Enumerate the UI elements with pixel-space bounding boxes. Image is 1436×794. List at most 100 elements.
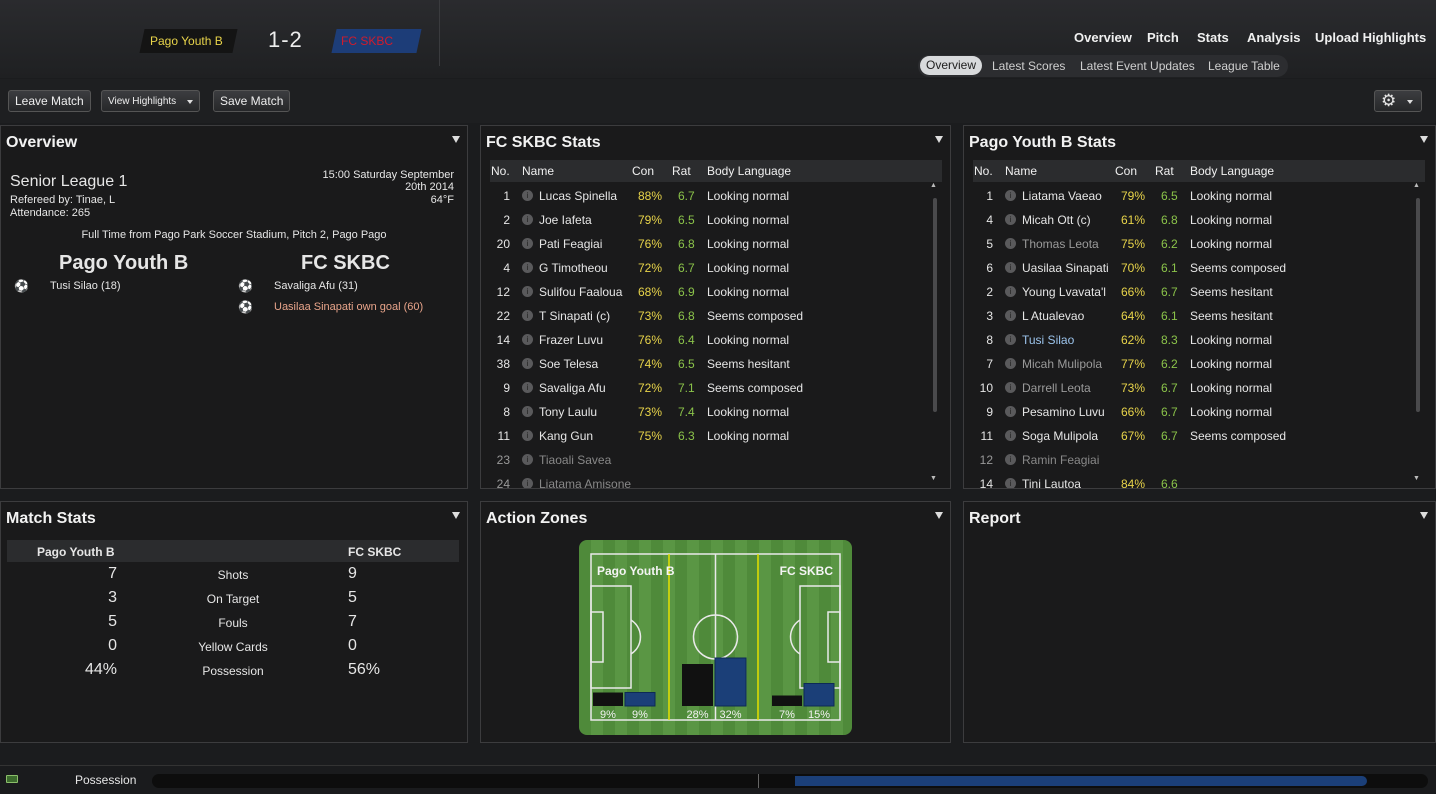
settings-button[interactable]: ⚙ [1374,90,1422,112]
info-icon[interactable]: i [1005,334,1016,345]
leave-match-button[interactable]: Leave Match [8,90,91,112]
player-name[interactable]: Liatama Vaeao [1022,189,1102,203]
player-row[interactable]: i 3 L Atualevao 64% 6.1 Seems hesitant [973,304,1403,328]
player-row[interactable]: i 2 Joe Iafeta 79% 6.5 Looking normal [490,208,920,232]
info-icon[interactable]: i [522,406,533,417]
subnav-latest-scores[interactable]: Latest Scores [992,59,1065,73]
panel-menu-icon[interactable] [935,512,943,519]
info-icon[interactable]: i [1005,310,1016,321]
player-name[interactable]: Liatama Amisone [539,477,631,488]
player-name[interactable]: Frazer Luvu [539,333,603,347]
nav-stats[interactable]: Stats [1197,30,1229,45]
player-name[interactable]: Thomas Leota [1022,237,1099,251]
player-row[interactable]: i 4 Micah Ott (c) 61% 6.8 Looking normal [973,208,1403,232]
player-name[interactable]: Soga Mulipola [1022,429,1098,443]
player-name[interactable]: Joe Iafeta [539,213,592,227]
player-name[interactable]: T Sinapati (c) [539,309,610,323]
col-no[interactable]: No. [491,164,510,178]
subnav-league-table[interactable]: League Table [1208,59,1280,73]
player-name[interactable]: Darrell Leota [1022,381,1091,395]
scroll-up-icon[interactable]: ▲ [1413,182,1420,189]
player-row[interactable]: i 10 Darrell Leota 73% 6.7 Looking normal [973,376,1403,400]
player-row[interactable]: i 4 G Timotheou 72% 6.7 Looking normal [490,256,920,280]
info-icon[interactable]: i [522,478,533,488]
player-row[interactable]: i 7 Micah Mulipola 77% 6.2 Looking normal [973,352,1403,376]
player-name[interactable]: Soe Telesa [539,357,598,371]
player-name[interactable]: Tini Lautoa [1022,477,1081,488]
panel-menu-icon[interactable] [1420,136,1428,143]
player-row[interactable]: i 6 Uasilaa Sinapati 70% 6.1 Seems composed [973,256,1403,280]
info-icon[interactable]: i [1005,382,1016,393]
info-icon[interactable]: i [1005,214,1016,225]
save-match-button[interactable]: Save Match [213,90,291,112]
panel-menu-icon[interactable] [452,136,460,143]
col-con[interactable]: Con [1115,164,1137,178]
col-rat[interactable]: Rat [672,164,691,178]
col-name[interactable]: Name [522,164,554,178]
player-row[interactable]: i 8 Tony Laulu 73% 7.4 Looking normal [490,400,920,424]
player-row[interactable]: i 1 Liatama Vaeao 79% 6.5 Looking normal [973,184,1403,208]
player-row[interactable]: i 8 Tusi Silao 62% 8.3 Looking normal [973,328,1403,352]
info-icon[interactable]: i [1005,286,1016,297]
player-row[interactable]: i 38 Soe Telesa 74% 6.5 Seems hesitant [490,352,920,376]
view-highlights-button[interactable]: View Highlights [101,90,200,112]
info-icon[interactable]: i [522,214,533,225]
info-icon[interactable]: i [522,310,533,321]
player-name[interactable]: G Timotheou [539,261,608,275]
player-name[interactable]: Tusi Silao [1022,333,1074,347]
player-name[interactable]: Savaliga Afu [539,381,606,395]
scrollbar[interactable] [933,198,937,412]
home-team-name[interactable]: Pago Youth B [150,34,223,48]
player-name[interactable]: Pesamino Luvu [1022,405,1105,419]
info-icon[interactable]: i [522,238,533,249]
player-name[interactable]: Uasilaa Sinapati [1022,261,1109,275]
pitch-toggle-icon[interactable] [6,775,18,783]
info-icon[interactable]: i [1005,406,1016,417]
info-icon[interactable]: i [522,190,533,201]
col-con[interactable]: Con [632,164,654,178]
player-name[interactable]: Kang Gun [539,429,593,443]
player-row[interactable]: i 12 Sulifou Faaloua 68% 6.9 Looking normal [490,280,920,304]
player-row[interactable]: i 11 Soga Mulipola 67% 6.7 Seems composed [973,424,1403,448]
player-name[interactable]: Lucas Spinella [539,189,617,203]
nav-pitch[interactable]: Pitch [1147,30,1179,45]
player-row[interactable]: i 12 Ramin Feagiai [973,448,1403,472]
info-icon[interactable]: i [1005,478,1016,488]
info-icon[interactable]: i [1005,190,1016,201]
info-icon[interactable]: i [522,382,533,393]
col-no[interactable]: No. [974,164,993,178]
player-row[interactable]: i 20 Pati Feagiai 76% 6.8 Looking normal [490,232,920,256]
player-row[interactable]: i 22 T Sinapati (c) 73% 6.8 Seems composed [490,304,920,328]
info-icon[interactable]: i [1005,430,1016,441]
col-rat[interactable]: Rat [1155,164,1174,178]
info-icon[interactable]: i [1005,358,1016,369]
nav-upload-highlights[interactable]: Upload Highlights [1315,30,1426,45]
player-row[interactable]: i 9 Pesamino Luvu 66% 6.7 Looking normal [973,400,1403,424]
info-icon[interactable]: i [1005,262,1016,273]
player-name[interactable]: Young Lvavata'l [1022,285,1106,299]
player-name[interactable]: Ramin Feagiai [1022,453,1099,467]
player-row[interactable]: i 23 Tiaoali Savea [490,448,920,472]
col-body-language[interactable]: Body Language [707,164,791,178]
subnav-overview[interactable]: Overview [920,56,983,75]
player-row[interactable]: i 1 Lucas Spinella 88% 6.7 Looking normal [490,184,920,208]
nav-overview[interactable]: Overview [1074,30,1132,45]
info-icon[interactable]: i [522,430,533,441]
player-row[interactable]: i 24 Liatama Amisone [490,472,920,488]
player-name[interactable]: Sulifou Faaloua [539,285,622,299]
player-row[interactable]: i 9 Savaliga Afu 72% 7.1 Seems composed [490,376,920,400]
panel-menu-icon[interactable] [1420,512,1428,519]
player-name[interactable]: Micah Ott (c) [1022,213,1091,227]
player-name[interactable]: Tony Laulu [539,405,597,419]
col-name[interactable]: Name [1005,164,1037,178]
info-icon[interactable]: i [522,358,533,369]
player-row[interactable]: i 11 Kang Gun 75% 6.3 Looking normal [490,424,920,448]
player-row[interactable]: i 14 Frazer Luvu 76% 6.4 Looking normal [490,328,920,352]
player-name[interactable]: Pati Feagiai [539,237,602,251]
player-name[interactable]: Micah Mulipola [1022,357,1102,371]
subnav-latest-event-updates[interactable]: Latest Event Updates [1080,59,1195,73]
info-icon[interactable]: i [1005,454,1016,465]
player-row[interactable]: i 2 Young Lvavata'l 66% 6.7 Seems hesitant [973,280,1403,304]
player-name[interactable]: L Atualevao [1022,309,1084,323]
nav-analysis[interactable]: Analysis [1247,30,1300,45]
